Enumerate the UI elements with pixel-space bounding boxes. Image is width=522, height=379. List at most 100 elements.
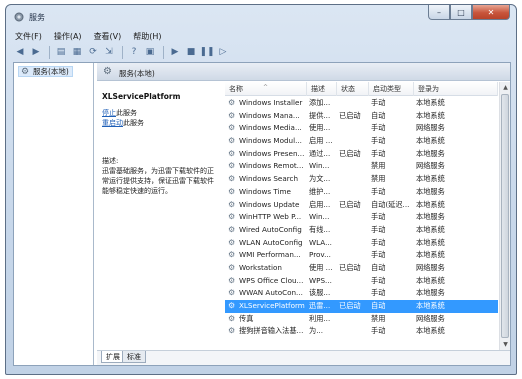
service-row[interactable]: ⚙ Windows Modul... 启用 ... 手动 本地系统 xyxy=(225,135,498,148)
service-description-cell: Prov... xyxy=(309,249,337,262)
service-row[interactable]: ⚙ Workstation 使用 ... 已启动 自动 网络服务 xyxy=(225,262,498,275)
help-icon[interactable]: ? xyxy=(127,45,141,59)
service-description-cell-text: 该服... xyxy=(309,288,331,298)
service-description-cell: 启用... xyxy=(309,199,337,212)
service-description-cell: 利用... xyxy=(309,313,337,326)
service-description-cell-text: WPS... xyxy=(309,275,332,285)
service-row[interactable]: ⚙ WMI Performan... Prov... 手动 本地系统 xyxy=(225,249,498,262)
service-row[interactable]: ⚙ Windows Search 为文... 禁用 本地系统 xyxy=(225,173,498,186)
pause-service-icon[interactable]: ❚❚ xyxy=(199,45,214,59)
show-tree-icon[interactable]: ▤ xyxy=(54,45,68,59)
minimize-button[interactable]: – xyxy=(428,5,450,20)
service-description-cell: 添加... xyxy=(309,97,337,110)
scroll-down-icon[interactable]: ▼ xyxy=(500,339,510,350)
menu-file[interactable]: 文件(F) xyxy=(15,31,42,42)
service-description-cell: WLA... xyxy=(309,237,337,250)
column-header-name[interactable]: 名称 ^ xyxy=(225,82,307,96)
service-startup-cell: 手动 xyxy=(371,249,413,262)
restart-service-link[interactable]: 重启动 xyxy=(102,119,123,127)
service-name-cell-text: 搜狗拼音输入法基... xyxy=(239,326,304,336)
service-gear-icon: ⚙ xyxy=(228,237,236,247)
close-button[interactable]: ✕ xyxy=(472,5,510,20)
console-tree: ⚙ 服务(本地) xyxy=(14,63,94,365)
service-row[interactable]: ⚙ XLServicePlatform 迅雷... 已启动 自动 本地系统 xyxy=(225,300,498,313)
menu-view[interactable]: 查看(V) xyxy=(94,31,122,42)
service-logon-cell: 本地系统 xyxy=(416,135,466,148)
service-startup-cell-text: 禁用 xyxy=(371,174,386,184)
menu-help[interactable]: 帮助(H) xyxy=(133,31,161,42)
service-description-cell-text: 提供... xyxy=(309,110,331,120)
service-description-cell-text: 启用 ... xyxy=(309,136,333,146)
column-header-name-label: 名称 xyxy=(229,85,243,93)
scroll-up-icon[interactable]: ▲ xyxy=(500,82,510,93)
service-name-cell: ⚙ Windows Modul... xyxy=(227,135,307,148)
tab-standard[interactable]: 标准 xyxy=(122,351,146,363)
service-startup-cell-text: 手动 xyxy=(371,288,386,298)
service-name-cell: ⚙ Windows Mana... xyxy=(227,110,307,123)
menu-action[interactable]: 操作(A) xyxy=(54,31,82,42)
service-name-cell: ⚙ XLServicePlatform xyxy=(227,300,307,313)
column-header-status[interactable]: 状态 xyxy=(337,82,369,96)
service-row[interactable]: ⚙ WLAN AutoConfig WLA... 手动 本地系统 xyxy=(225,237,498,250)
refresh-icon[interactable]: ⟳ xyxy=(86,45,100,59)
service-name-cell-text: Windows Remot... xyxy=(239,161,304,171)
service-description-cell: 通过... xyxy=(309,148,337,161)
service-gear-icon: ⚙ xyxy=(228,224,236,234)
service-row[interactable]: ⚙ Windows Media... 使用... 手动 网络服务 xyxy=(225,122,498,135)
column-header-description[interactable]: 描述 xyxy=(307,82,337,96)
export-list-icon[interactable]: ⇲ xyxy=(102,45,116,59)
service-name-cell: ⚙ Workstation xyxy=(227,262,307,275)
console-icon[interactable]: ▣ xyxy=(143,45,157,59)
service-logon-cell-text: 本地系统 xyxy=(416,136,445,146)
column-header-startup-type[interactable]: 启动类型 xyxy=(369,82,414,96)
service-name-cell: ⚙ WMI Performan... xyxy=(227,249,307,262)
service-row[interactable]: ⚙ Windows Remot... Win... 禁用 网络服务 xyxy=(225,160,498,173)
vertical-scrollbar[interactable]: ▲ ▼ xyxy=(499,82,510,350)
start-service-icon[interactable]: ▶ xyxy=(168,45,182,59)
tree-item-services-local[interactable]: ⚙ 服务(本地) xyxy=(18,66,73,77)
service-logon-cell: 本地系统 xyxy=(416,110,466,123)
service-row[interactable]: ⚙ WWAN AutoCon... 该服... 手动 本地服务 xyxy=(225,287,498,300)
service-row[interactable]: ⚙ WinHTTP Web P... Win... 手动 本地服务 xyxy=(225,211,498,224)
service-row[interactable]: ⚙ Windows Time 维护... 手动 本地服务 xyxy=(225,186,498,199)
service-name-cell: ⚙ WWAN AutoCon... xyxy=(227,287,307,300)
service-row[interactable]: ⚙ Wired AutoConfig 有线... 手动 本地系统 xyxy=(225,224,498,237)
scroll-thumb[interactable] xyxy=(501,94,509,338)
service-name-cell: ⚙ WPS Office Clou... xyxy=(227,275,307,288)
service-description-cell-text: 使用... xyxy=(309,123,331,133)
service-row[interactable]: ⚙ 传真 利用... 禁用 网络服务 xyxy=(225,313,498,326)
service-row[interactable]: ⚙ 搜狗拼音输入法基... 为... 手动 本地系统 xyxy=(225,325,498,338)
service-row[interactable]: ⚙ Windows Presen... 通过... 已启动 手动 本地服务 xyxy=(225,148,498,161)
back-arrow-icon[interactable]: ◀ xyxy=(13,45,27,59)
restart-service-suffix: 此服务 xyxy=(123,119,144,127)
toolbar: ◀ ▶ ▤ ▦ ⟳ ⇲ ? ▣ ▶ ■ ❚❚ ▷ xyxy=(7,43,517,61)
service-status-cell: 已启动 xyxy=(339,110,369,123)
restart-service-row: 重启动此服务 xyxy=(102,118,144,128)
service-startup-cell-text: 禁用 xyxy=(371,313,386,323)
service-row[interactable]: ⚙ Windows Installer 添加... 手动 本地系统 xyxy=(225,97,498,110)
service-name-cell-text: Windows Presen... xyxy=(239,148,305,158)
service-gear-icon: ⚙ xyxy=(228,326,236,336)
service-gear-icon: ⚙ xyxy=(228,123,236,133)
service-row[interactable]: ⚙ Windows Mana... 提供... 已启动 自动 本地系统 xyxy=(225,110,498,123)
title-bar[interactable]: 服务 – □ ✕ xyxy=(6,5,516,29)
service-row[interactable]: ⚙ WPS Office Clou... WPS... 手动 本地系统 xyxy=(225,275,498,288)
service-logon-cell-text: 本地系统 xyxy=(416,199,445,209)
service-name-cell: ⚙ Windows Installer xyxy=(227,97,307,110)
stop-service-icon[interactable]: ■ xyxy=(184,45,198,59)
column-header-logon-as[interactable]: 登录为 xyxy=(414,82,498,96)
forward-arrow-icon[interactable]: ▶ xyxy=(29,45,43,59)
service-logon-cell: 网络服务 xyxy=(416,313,466,326)
services-list: 名称 ^ 描述 状态 启动类型 登录为 ⚙ Windows Installer 添加… xyxy=(225,82,510,350)
service-description-cell-text: 使用 ... xyxy=(309,262,333,272)
service-description-cell-text: WLA... xyxy=(309,237,332,247)
properties-icon[interactable]: ▦ xyxy=(70,45,84,59)
restart-service-icon[interactable]: ▷ xyxy=(216,45,230,59)
service-row[interactable]: ⚙ Windows Update 启用... 已启动 自动(延迟... 本地系统 xyxy=(225,199,498,212)
service-status-cell-text: 已启动 xyxy=(339,301,361,310)
service-description-cell: 提供... xyxy=(309,110,337,123)
stop-service-link[interactable]: 停止 xyxy=(102,109,116,117)
menu-bar: 文件(F) 操作(A) 查看(V) 帮助(H) xyxy=(7,29,517,43)
maximize-button[interactable]: □ xyxy=(450,5,472,20)
tree-item-label: 服务(本地) xyxy=(33,67,69,76)
